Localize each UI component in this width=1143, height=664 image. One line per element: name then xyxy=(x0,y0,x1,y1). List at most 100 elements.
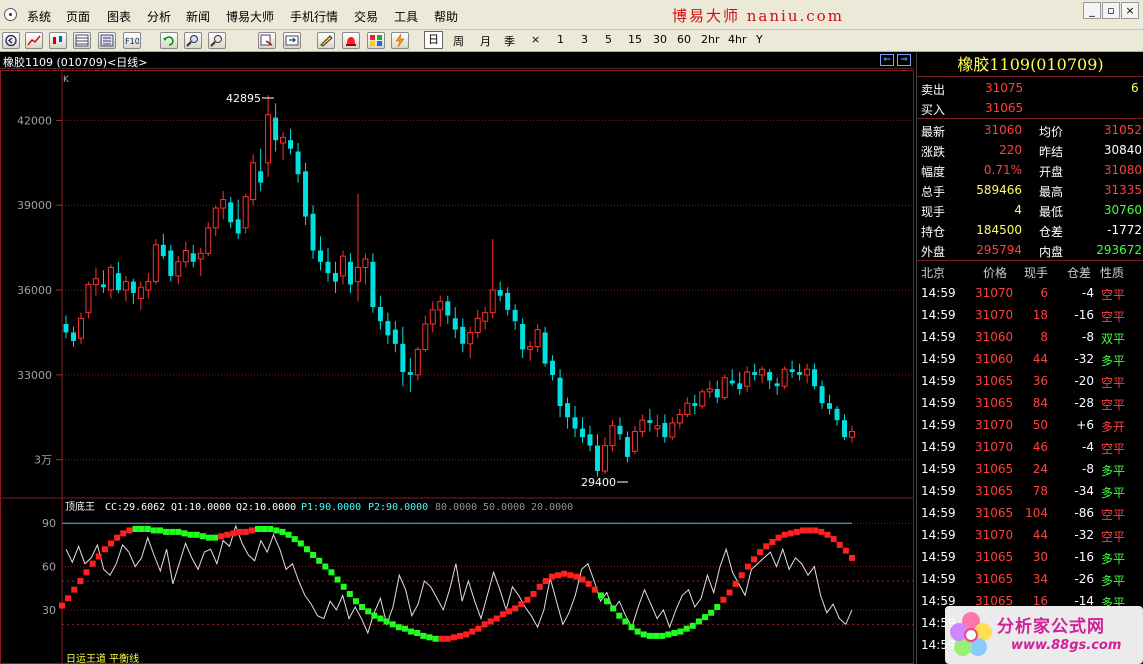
tick-row[interactable]: 14:59 31070 6 -4 空平 xyxy=(917,283,1143,305)
period-week-button[interactable]: 周 xyxy=(453,33,464,49)
menu-system[interactable]: 系统 xyxy=(27,8,51,25)
stat-label: 现手 xyxy=(921,205,946,219)
indicator-dot xyxy=(610,605,617,612)
indicator-dot xyxy=(383,618,390,625)
tick-row[interactable]: 14:59 31065 24 -8 多平 xyxy=(917,459,1143,481)
period-4hr-button[interactable]: 4hr xyxy=(728,33,747,46)
tick-volume: 44 xyxy=(1032,528,1048,542)
period-year-button[interactable]: Y xyxy=(756,33,763,46)
candle-body xyxy=(489,289,496,314)
indicator-dot xyxy=(616,612,623,619)
tick-row[interactable]: 14:59 31070 44 -32 空平 xyxy=(917,525,1143,547)
flash-order-icon[interactable] xyxy=(391,32,409,49)
tick-row[interactable]: 14:59 31070 50 +6 多开 xyxy=(917,415,1143,437)
zoom-in-icon[interactable] xyxy=(184,32,202,49)
menu-trade[interactable]: 交易 xyxy=(354,8,378,25)
menu-mobile-quotes[interactable]: 手机行情 xyxy=(290,8,338,25)
candle-chart-icon[interactable] xyxy=(49,32,67,49)
candle xyxy=(325,247,331,282)
minimize-icon[interactable]: _ xyxy=(1083,2,1101,19)
candle xyxy=(332,261,338,293)
period-season-button[interactable]: 季 xyxy=(504,33,515,49)
indicator-dot xyxy=(591,586,598,593)
menu-page[interactable]: 页面 xyxy=(66,8,90,25)
draw-tool-icon[interactable] xyxy=(317,32,335,49)
period-3min-button[interactable]: 3 xyxy=(581,33,588,46)
menu-chart[interactable]: 图表 xyxy=(107,8,131,25)
tick-oi-change: -32 xyxy=(1074,352,1094,366)
period-30min-button[interactable]: 30 xyxy=(653,33,667,46)
candle-body xyxy=(122,281,129,291)
close-icon[interactable]: × xyxy=(1121,2,1139,19)
back-icon[interactable] xyxy=(2,32,20,49)
zoom-out-icon[interactable] xyxy=(208,32,226,49)
indicator-dot xyxy=(634,628,641,635)
candle-body xyxy=(77,317,84,339)
tick-volume: 6 xyxy=(1040,286,1048,300)
period-15min-button[interactable]: 15 xyxy=(628,33,642,46)
candle-body xyxy=(639,419,646,432)
tick-row[interactable]: 14:59 31065 78 -34 多平 xyxy=(917,481,1143,503)
period-month-button[interactable]: 月 xyxy=(480,33,491,49)
tick-row[interactable]: 14:59 31065 104 -86 空平 xyxy=(917,503,1143,525)
period-day-button[interactable]: 日 xyxy=(424,31,443,49)
menu-boyi[interactable]: 博易大师 xyxy=(226,8,274,25)
period-close-button[interactable]: × xyxy=(531,33,540,46)
indicator-dot xyxy=(107,540,114,547)
period-60min-button[interactable]: 60 xyxy=(677,33,691,46)
quote-table-icon[interactable] xyxy=(73,32,91,49)
candle xyxy=(601,437,608,474)
candle-body xyxy=(182,249,189,263)
period-5min-button[interactable]: 5 xyxy=(605,33,612,46)
restore-icon[interactable]: ▫ xyxy=(1102,2,1120,19)
switch-window-icon[interactable] xyxy=(283,32,301,49)
indicator-dot xyxy=(585,580,592,587)
tick-row[interactable]: 14:59 31065 36 -20 空平 xyxy=(917,371,1143,393)
tick-row[interactable]: 14:59 31065 34 -26 多平 xyxy=(917,569,1143,591)
stat-label: 持仓 xyxy=(921,225,946,239)
indicator-dot xyxy=(273,527,280,534)
candle xyxy=(721,374,728,401)
menu-analysis[interactable]: 分析 xyxy=(147,8,171,25)
plugin-icon[interactable] xyxy=(367,32,385,49)
candle-body xyxy=(580,428,586,438)
period-2hr-button[interactable]: 2hr xyxy=(701,33,720,46)
candle xyxy=(572,406,578,438)
candle-body xyxy=(789,369,795,373)
f10-icon[interactable]: F10 xyxy=(123,32,141,49)
indicator-dot xyxy=(512,605,519,612)
candle-body xyxy=(145,281,152,291)
indicator-dot xyxy=(524,596,531,603)
candle xyxy=(684,397,691,418)
candle-body xyxy=(92,278,99,285)
menu-help[interactable]: 帮助 xyxy=(434,8,458,25)
tick-row[interactable]: 14:59 31070 18 -16 空平 xyxy=(917,305,1143,327)
list-icon[interactable] xyxy=(98,32,116,49)
alarm-bell-icon[interactable] xyxy=(342,32,360,49)
indicator-dot xyxy=(622,618,629,625)
tick-row[interactable]: 14:59 31060 44 -32 多平 xyxy=(917,349,1143,371)
tick-row[interactable]: 14:59 31060 8 -8 双平 xyxy=(917,327,1143,349)
nav-left-icon[interactable]: ⇐ xyxy=(880,54,894,66)
indicator-footer: 日运王道 平衡线 xyxy=(66,652,139,664)
menu-tools[interactable]: 工具 xyxy=(394,8,418,25)
indicator-dot xyxy=(71,586,78,593)
tick-row[interactable]: 14:59 31065 84 -28 空平 xyxy=(917,393,1143,415)
line-chart-icon[interactable] xyxy=(25,32,43,49)
candle-body xyxy=(684,402,691,415)
indicator-dot xyxy=(800,527,807,534)
period-1min-button[interactable]: 1 xyxy=(557,33,564,46)
tick-row[interactable]: 14:59 31065 30 -16 多平 xyxy=(917,547,1143,569)
tick-row[interactable]: 14:59 31070 46 -4 空平 xyxy=(917,437,1143,459)
chart-area[interactable]: K 42000 39000 36000 33000 3万 42895 29400 顶底王… xyxy=(0,70,914,664)
indicator-dot xyxy=(352,598,359,605)
candle-body xyxy=(520,324,526,350)
export-icon[interactable] xyxy=(258,32,276,49)
candle-body xyxy=(160,244,166,257)
nav-right-icon[interactable]: ⇒ xyxy=(897,54,911,66)
refresh-icon[interactable] xyxy=(160,32,178,49)
tick-oi-change: -16 xyxy=(1074,550,1094,564)
app-logo-icon[interactable] xyxy=(4,8,17,21)
menu-news[interactable]: 新闻 xyxy=(186,8,210,25)
indicator-dot xyxy=(401,625,408,632)
